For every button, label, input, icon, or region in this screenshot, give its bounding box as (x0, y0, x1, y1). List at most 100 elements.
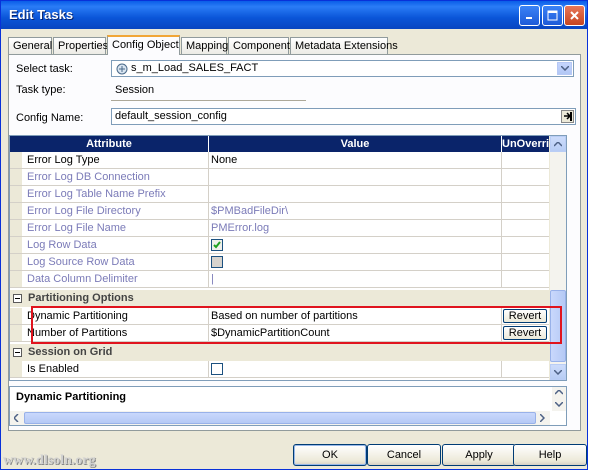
cancel-button[interactable]: Cancel (367, 444, 441, 466)
value-cell (209, 237, 502, 254)
unoverride-cell (502, 169, 550, 186)
scroll-down-icon[interactable] (555, 402, 563, 407)
collapse-icon[interactable] (13, 294, 22, 303)
ok-button[interactable]: OK (293, 444, 367, 466)
hscroll-thumb[interactable] (24, 412, 536, 424)
value-cell[interactable] (209, 186, 502, 203)
group-partitioning-options[interactable]: Partitioning Options (10, 290, 550, 307)
value-cell[interactable]: Based on number of partitions (209, 308, 502, 325)
revert-button[interactable]: Revert (503, 309, 547, 323)
unoverride-cell (502, 152, 550, 169)
unoverride-cell (502, 203, 550, 220)
unoverride-cell (502, 271, 550, 288)
table-row[interactable]: Number of Partitions $DynamicPartitionCo… (10, 325, 550, 342)
table-row[interactable]: Dynamic Partitioning Based on number of … (10, 308, 550, 325)
value-cell[interactable]: $DynamicPartitionCount (209, 325, 502, 342)
unoverride-cell (502, 237, 550, 254)
close-button[interactable] (564, 5, 585, 26)
unoverride-cell: Revert (502, 308, 550, 325)
table-row[interactable]: Error Log File Directory $PMBadFileDir\ (10, 203, 550, 220)
collapse-icon[interactable] (13, 348, 22, 357)
log-source-row-data-checkbox[interactable] (211, 256, 223, 268)
tab-general[interactable]: General (8, 37, 52, 54)
value-cell[interactable] (209, 169, 502, 186)
apply-button[interactable]: Apply (442, 444, 516, 466)
table-row[interactable]: Error Log Type None (10, 152, 550, 169)
table-row[interactable]: Log Row Data (10, 237, 550, 254)
description-panel: Dynamic Partitioning (9, 386, 567, 426)
header-unoverride[interactable]: UnOverri... (502, 136, 558, 152)
edit-tasks-dialog: Edit Tasks General Properties Config Obj… (0, 0, 588, 470)
attribute-cell: Number of Partitions (10, 325, 209, 342)
attribute-grid: Attribute Value UnOverri... Error Log Ty… (9, 135, 567, 381)
attribute-cell: Data Column Delimiter (10, 271, 209, 288)
chevron-down-icon[interactable] (557, 62, 572, 75)
attribute-cell: Log Source Row Data (10, 254, 209, 271)
select-task-value: s_m_Load_SALES_FACT (131, 62, 259, 74)
table-row[interactable]: Error Log File Name PMError.log (10, 220, 550, 237)
attribute-cell: Error Log Type (10, 152, 209, 169)
value-cell[interactable]: | (209, 271, 502, 288)
header-value[interactable]: Value (209, 136, 502, 152)
tab-properties[interactable]: Properties (53, 37, 108, 54)
scroll-up-icon[interactable] (555, 390, 563, 395)
unoverride-cell (502, 254, 550, 271)
header-attribute[interactable]: Attribute (10, 136, 209, 152)
scroll-up-icon[interactable] (550, 136, 566, 152)
tab-metadata-extensions[interactable]: Metadata Extensions (290, 37, 398, 54)
watermark: www.dlsoln.org (3, 453, 96, 468)
attribute-cell: Is Enabled (10, 361, 209, 378)
maximize-button[interactable] (542, 5, 563, 26)
value-cell (209, 254, 502, 271)
is-enabled-checkbox[interactable] (211, 363, 223, 375)
unoverride-cell (502, 220, 550, 237)
task-type-label: Task type: (16, 84, 66, 96)
scroll-right-icon[interactable] (540, 414, 545, 422)
table-row[interactable]: Is Enabled (10, 361, 550, 378)
tab-components[interactable]: Components (228, 37, 295, 54)
value-cell (209, 361, 502, 378)
select-task-label: Select task: (16, 63, 73, 75)
table-row[interactable]: Error Log DB Connection (10, 169, 550, 186)
scrollbar-thumb[interactable] (550, 290, 566, 362)
revert-button[interactable]: Revert (503, 326, 547, 340)
attribute-cell: Error Log File Directory (10, 203, 209, 220)
unoverride-cell (502, 361, 550, 378)
title-bar[interactable]: Edit Tasks (1, 1, 587, 29)
table-row[interactable]: Log Source Row Data (10, 254, 550, 271)
config-browse-icon[interactable] (561, 110, 574, 123)
group-session-on-grid[interactable]: Session on Grid (10, 344, 550, 361)
config-name-value: default_session_config (115, 110, 227, 122)
grid-header: Attribute Value UnOverri... (10, 136, 558, 152)
tab-config-object[interactable]: Config Object (107, 35, 180, 55)
session-icon (116, 63, 128, 75)
group-label: Session on Grid (28, 346, 113, 358)
table-row[interactable]: Error Log Table Name Prefix (10, 186, 550, 203)
tab-mapping[interactable]: Mapping (181, 37, 228, 54)
grid-vertical-scrollbar[interactable] (549, 136, 566, 380)
select-task-dropdown[interactable]: s_m_Load_SALES_FACT (111, 60, 574, 77)
scroll-down-icon[interactable] (550, 364, 566, 380)
attribute-cell: Error Log Table Name Prefix (10, 186, 209, 203)
table-row[interactable]: Data Column Delimiter | (10, 271, 550, 288)
attribute-cell: Error Log DB Connection (10, 169, 209, 186)
description-title: Dynamic Partitioning (16, 391, 127, 403)
value-cell[interactable]: $PMBadFileDir\ (209, 203, 502, 220)
minimize-button[interactable] (519, 5, 540, 26)
close-icon (570, 11, 579, 20)
unoverride-cell (502, 186, 550, 203)
config-name-field[interactable]: default_session_config (111, 108, 576, 125)
log-row-data-checkbox[interactable] (211, 239, 223, 251)
help-button[interactable]: Help (513, 444, 587, 466)
description-vscroll[interactable] (552, 387, 566, 411)
value-cell[interactable]: None (209, 152, 502, 169)
task-type-value: Session (115, 84, 155, 96)
group-label: Partitioning Options (28, 292, 134, 304)
config-name-label: Config Name: (16, 112, 84, 124)
maximize-icon (547, 10, 558, 21)
scroll-left-icon[interactable] (14, 414, 19, 422)
checkmark-icon (213, 241, 221, 249)
description-hscroll[interactable] (10, 411, 550, 425)
unoverride-cell: Revert (502, 325, 550, 342)
value-cell[interactable]: PMError.log (209, 220, 502, 237)
